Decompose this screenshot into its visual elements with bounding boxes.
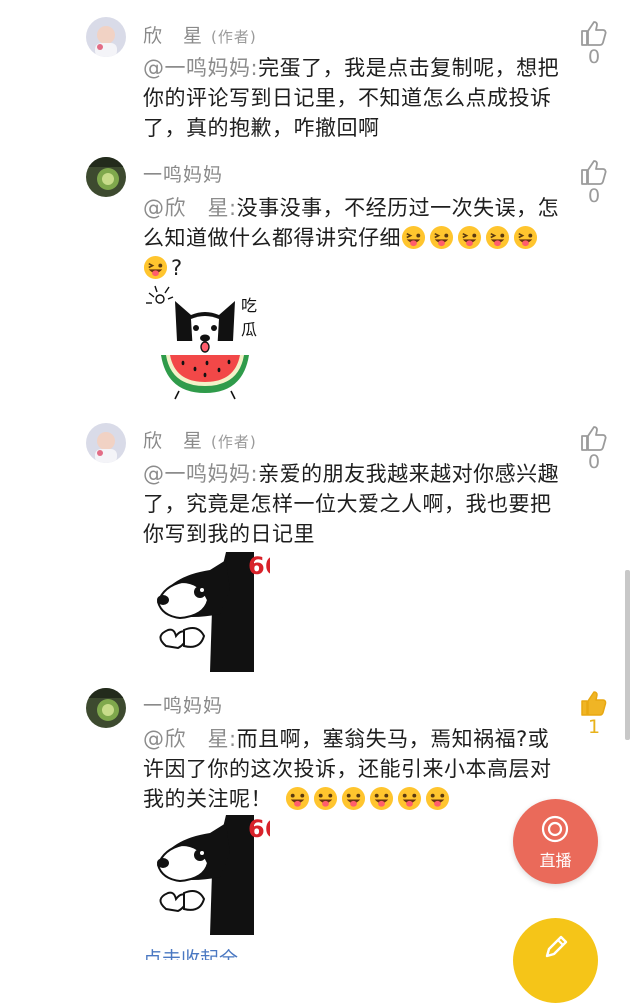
tongue-out-emoji [313,786,338,811]
mention[interactable]: @一鸣妈妈: [143,56,258,80]
username-text: 一鸣妈妈 [143,164,224,186]
avatar[interactable] [86,157,126,197]
thumbs-up-icon [581,160,607,185]
username-text: 一鸣妈妈 [143,695,224,717]
tongue-out-emoji [341,786,366,811]
like-button[interactable]: 0 [578,157,610,207]
mention[interactable]: @一鸣妈妈: [143,462,258,486]
mention[interactable]: @欣 星: [143,727,237,751]
tongue-out-emoji [485,225,510,250]
tongue-out-emoji [513,225,538,250]
watermelon-dog-sticker[interactable]: 吃 瓜 [143,283,268,403]
thumbs-up-icon [581,426,607,451]
thumbs-up-icon [581,691,607,716]
tongue-out-emoji [457,225,482,250]
pencil-icon [545,935,568,958]
sticker-caption: 吃 [241,296,257,315]
mention[interactable]: @欣 星: [143,196,237,220]
write-button[interactable] [513,918,598,1003]
like-button[interactable]: 1 [578,688,610,738]
comment-text: @欣 星:没事没事，不经历过一次失误，怎么知道做什么都得讲究仔细? [143,193,563,283]
avatar[interactable] [86,688,126,728]
username-text: 欣 星 [143,430,204,452]
author-tag: (作者) [211,433,257,451]
like-count: 0 [587,46,601,68]
tongue-out-emoji [285,786,310,811]
comment-username[interactable]: 欣 星 (作者) [143,426,257,453]
live-button[interactable]: 直播 [513,799,598,884]
tongue-out-emoji [425,786,450,811]
live-ring-icon [541,815,569,843]
tongue-out-emoji [429,225,454,250]
author-tag: (作者) [211,28,257,46]
like-button[interactable]: 0 [578,423,610,473]
avatar[interactable] [86,423,126,463]
comment-text: @一鸣妈妈:完蛋了，我是点击复制呢，想把你的评论写到日记里，不知道怎么点成投诉了… [143,53,563,143]
like-count: 0 [587,451,601,473]
tongue-out-emoji [401,225,426,250]
sticker-666-text: 666 [248,552,270,580]
tongue-out-emoji [369,786,394,811]
collapse-link[interactable]: 点击收起全 [143,944,238,960]
like-count: 0 [587,185,601,207]
like-button[interactable]: 0 [578,18,610,68]
comment-suffix: ? [171,256,183,280]
sticker-caption: 瓜 [241,320,257,339]
sticker-666-text: 666 [248,815,270,843]
username-text: 欣 星 [143,25,204,47]
live-button-label: 直播 [539,851,572,870]
dog-666-sticker[interactable]: 666 [150,550,270,675]
dog-666-sticker[interactable]: 666 [150,813,270,938]
avatar[interactable] [86,17,126,57]
like-count: 1 [587,716,601,738]
comment-text: @一鸣妈妈:亲爱的朋友我越来越对你感兴趣了，究竟是怎样一位大爱之人啊，我也要把你… [143,459,563,549]
tongue-out-emoji [143,255,168,280]
tongue-out-emoji [397,786,422,811]
comment-username[interactable]: 一鸣妈妈 [143,160,223,187]
comment-username[interactable]: 一鸣妈妈 [143,691,223,718]
scrollbar[interactable] [625,570,630,740]
comment-username[interactable]: 欣 星 (作者) [143,21,257,48]
comment-text: @欣 星:而且啊，塞翁失马，焉知祸福?或许因了你的这次投诉，还能引来小本高层对我… [143,724,563,814]
thumbs-up-icon [581,21,607,46]
